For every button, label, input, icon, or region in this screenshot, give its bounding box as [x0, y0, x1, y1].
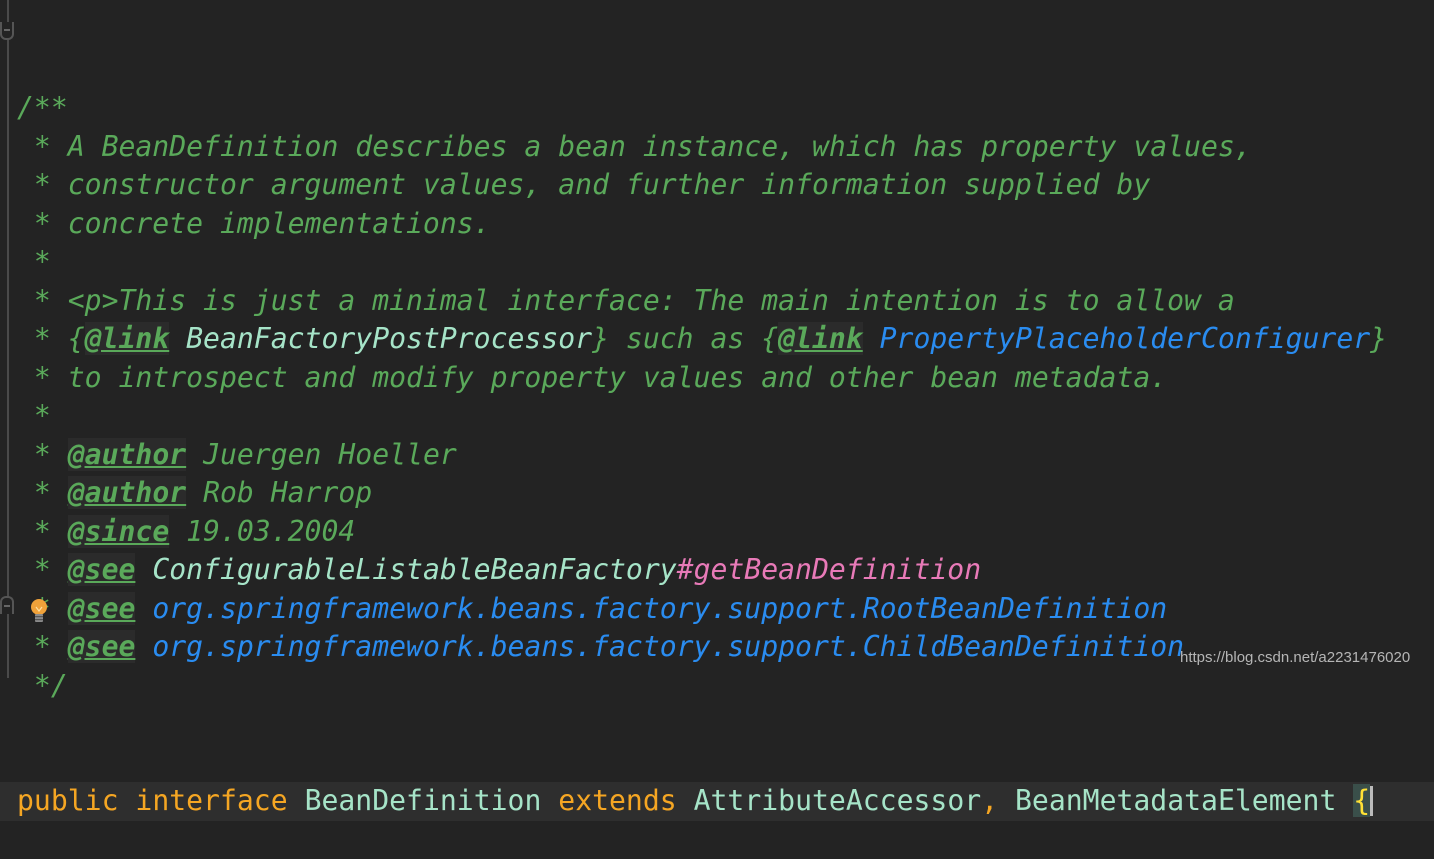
comment-text: * [17, 399, 51, 432]
comment-line: * [17, 243, 1434, 282]
code-editor[interactable]: /** * A BeanDefinition describes a bean … [0, 12, 1434, 859]
parent-interface: AttributeAccessor [693, 784, 982, 817]
open-brace: { [1353, 784, 1371, 817]
comment-line: */ [17, 667, 1434, 706]
class-reference[interactable]: ConfigurableListableBeanFactory [135, 553, 676, 586]
javadoc-tag: @link [778, 322, 863, 355]
interface-name: BeanDefinition [304, 784, 542, 817]
comment-line: * @author Rob Harrop [17, 474, 1434, 513]
comment-text: } [1370, 322, 1388, 355]
text-cursor [1370, 786, 1374, 816]
comment-text: 19.03.2004 [169, 514, 356, 548]
comment-line: * A BeanDefinition describes a bean inst… [17, 128, 1434, 167]
comment-line: * constructor argument values, and furth… [17, 166, 1434, 205]
comment-text: * { [17, 322, 85, 355]
comment-text: * [17, 553, 68, 586]
comment-text: * concrete implementations. [17, 206, 491, 240]
comma: , [981, 784, 999, 817]
javadoc-tag: @since [67, 514, 170, 548]
gutter [7, 0, 9, 678]
comment-line: * [17, 397, 1434, 436]
comment-line: * <p>This is just a minimal interface: T… [17, 282, 1434, 321]
watermark: https://blog.csdn.net/a2231476020 [1180, 649, 1411, 666]
javadoc-tag: @see [67, 591, 136, 625]
comment-text: * to introspect and modify property valu… [17, 360, 1168, 394]
comment-text: * [17, 630, 68, 663]
comment-text: Rob Harrop [186, 476, 373, 509]
comment-text: * [17, 514, 68, 548]
javadoc-comment: /** * A BeanDefinition describes a bean … [17, 89, 1434, 705]
comment-line: * concrete implementations. [17, 205, 1434, 244]
comment-text: /** [17, 91, 68, 124]
fold-icon[interactable] [0, 596, 14, 614]
javadoc-tag: @see [67, 630, 136, 663]
comment-line: * @author Juergen Hoeller [17, 436, 1434, 475]
lightbulb-icon[interactable] [29, 598, 49, 624]
comment-line: /** [17, 89, 1434, 128]
method-reference[interactable]: #getBeanDefinition [677, 553, 981, 586]
link-reference[interactable]: PropertyPlaceholderConfigurer [863, 322, 1371, 355]
javadoc-tag: @link [84, 322, 170, 355]
comment-text: } such as { [592, 322, 779, 355]
javadoc-tag: @author [67, 476, 187, 509]
keyword-extends: extends [558, 784, 677, 817]
keyword-public: public [17, 784, 119, 817]
comment-text: * A BeanDefinition describes a bean inst… [17, 129, 1252, 163]
comment-text: Juergen Hoeller [186, 437, 457, 471]
comment-line: * @since 19.03.2004 [17, 513, 1434, 552]
comment-line: * @see org.springframework.beans.factory… [17, 590, 1434, 629]
javadoc-tag: @see [67, 553, 136, 586]
comment-text: */ [17, 668, 68, 702]
fold-icon[interactable] [0, 22, 14, 40]
comment-text: * constructor argument values, and furth… [17, 168, 1151, 201]
comment-text: * <p>This is just a minimal interface: T… [17, 283, 1235, 317]
link-reference[interactable]: org.springframework.beans.factory.suppor… [135, 630, 1184, 663]
javadoc-tag: @author [67, 437, 187, 471]
comment-text: * [17, 245, 51, 278]
comment-text: * [17, 476, 68, 509]
comment-text: * [17, 437, 68, 471]
comment-line: * to introspect and modify property valu… [17, 359, 1434, 398]
comment-line: * {@link BeanFactoryPostProcessor} such … [17, 320, 1434, 359]
interface-declaration[interactable]: public interface BeanDefinition extends … [0, 782, 1434, 821]
keyword-interface: interface [135, 784, 288, 817]
parent-interface: BeanMetadataElement [1015, 784, 1337, 817]
comment-line: * @see ConfigurableListableBeanFactory#g… [17, 551, 1434, 590]
link-reference[interactable]: org.springframework.beans.factory.suppor… [135, 592, 1167, 625]
class-reference[interactable]: BeanFactoryPostProcessor [169, 322, 592, 355]
